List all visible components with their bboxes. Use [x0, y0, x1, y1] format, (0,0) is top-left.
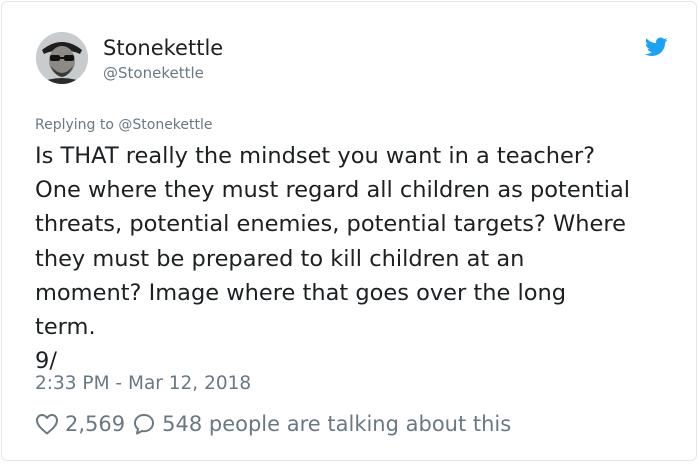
replying-to-label[interactable]: Replying to @Stonekettle	[35, 117, 213, 133]
speech-bubble-icon[interactable]	[132, 412, 156, 436]
talking-about-link[interactable]: 548 people are talking about this	[162, 412, 511, 436]
author-name[interactable]: Stonekettle	[103, 36, 223, 60]
twitter-bird-icon[interactable]	[644, 37, 668, 57]
tweet-text: Is THAT really the mindset you want in a…	[35, 143, 631, 375]
avatar-photo-icon	[36, 32, 88, 84]
tweet-actions: 2,569 548 people are talking about this	[35, 406, 511, 442]
heart-icon[interactable]	[35, 413, 59, 435]
like-count[interactable]: 2,569	[65, 412, 125, 436]
author-handle[interactable]: @Stonekettle	[103, 64, 204, 82]
tweet-timestamp[interactable]: 2:33 PM - Mar 12, 2018	[35, 373, 251, 394]
tweet-card: Stonekettle @Stonekettle Replying to @St…	[1, 1, 697, 461]
author-avatar[interactable]	[36, 32, 88, 84]
